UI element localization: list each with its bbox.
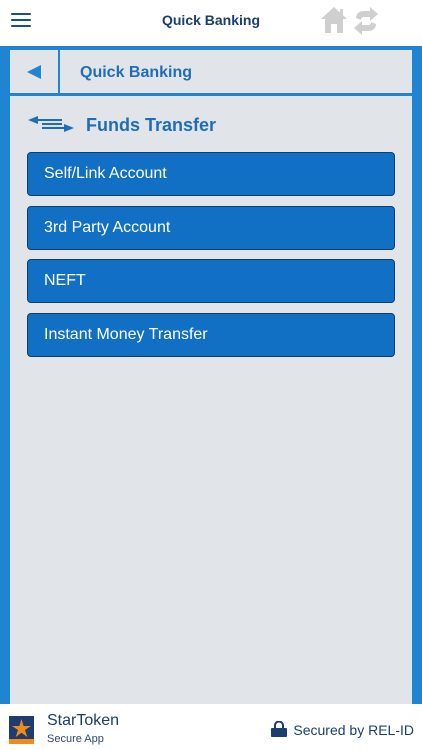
lock-icon <box>271 721 287 737</box>
top-bar: Quick Banking <box>0 0 422 46</box>
button-label: Instant Money Transfer <box>44 326 208 343</box>
footer: StarToken Secure App Secured by REL-ID <box>0 704 422 750</box>
secured-by-text: Secured by REL-ID <box>293 722 414 738</box>
content-frame <box>0 46 422 704</box>
startoken-logo <box>9 716 34 744</box>
section-title: Funds Transfer <box>86 115 217 135</box>
swap-icon[interactable] <box>352 7 380 35</box>
button-label: NEFT <box>44 272 86 289</box>
content-panel <box>10 50 412 704</box>
brand-name: StarToken <box>47 712 120 729</box>
star-icon <box>12 719 31 737</box>
neft-button[interactable]: NEFT <box>27 259 395 303</box>
third-party-account-button[interactable]: 3rd Party Account <box>27 206 395 250</box>
button-label: Self/Link Account <box>44 165 167 182</box>
button-label: 3rd Party Account <box>44 219 171 236</box>
back-button[interactable] <box>10 50 58 93</box>
header-title: Quick Banking <box>80 64 193 81</box>
section-header: Quick Banking <box>10 50 412 96</box>
instant-money-transfer-button[interactable]: Instant Money Transfer <box>27 313 395 357</box>
header-divider <box>58 50 60 93</box>
home-icon[interactable] <box>319 5 349 35</box>
back-arrow-icon <box>27 64 41 79</box>
transfer-arrows-icon <box>28 116 74 132</box>
self-link-account-button[interactable]: Self/Link Account <box>27 152 395 196</box>
brand-subtitle: Secure App <box>47 733 104 745</box>
